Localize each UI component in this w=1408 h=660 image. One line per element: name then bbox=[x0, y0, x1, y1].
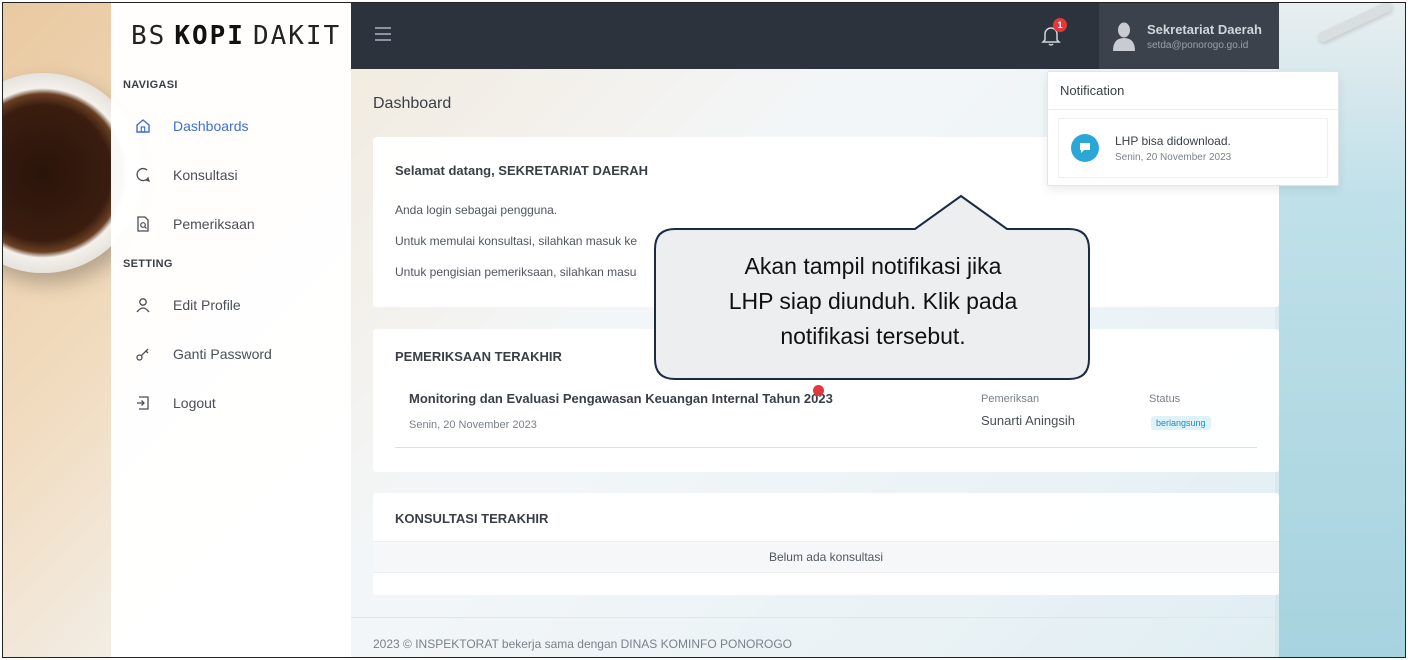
avatar bbox=[1113, 21, 1135, 51]
notification-dropdown: Notification LHP bisa didownload. Senin,… bbox=[1047, 71, 1339, 186]
welcome-line-1: Anda login sebagai pengguna. bbox=[395, 203, 558, 217]
app-logo[interactable]: BS KOPI DAKIT bbox=[111, 3, 351, 69]
welcome-title: Selamat datang, SEKRETARIAT DAERAH bbox=[395, 163, 649, 178]
sidebar-item-edit-profile[interactable]: Edit Profile bbox=[111, 280, 351, 329]
sidebar-item-label: Edit Profile bbox=[173, 296, 241, 313]
sidebar-item-ganti-password[interactable]: Ganti Password bbox=[111, 329, 351, 378]
sidebar-item-label: Logout bbox=[173, 394, 216, 411]
welcome-line-2: Untuk memulai konsultasi, silahkan masuk… bbox=[395, 234, 638, 248]
pemeriksaan-title: PEMERIKSAAN TERAKHIR bbox=[395, 349, 562, 364]
pemeriksaan-row-date: Senin, 20 November 2023 bbox=[409, 419, 537, 431]
callout-line-1: Akan tampil notifikasi jika bbox=[744, 253, 1002, 279]
konsultasi-title: KONSULTASI TERAKHIR bbox=[395, 511, 549, 526]
divider bbox=[395, 447, 1257, 448]
user-menu[interactable]: Sekretariat Daerah setda@ponorogo.go.id bbox=[1099, 3, 1279, 69]
sidebar-item-konsultasi[interactable]: Konsultasi bbox=[111, 150, 351, 199]
sidebar-item-label: Konsultasi bbox=[173, 166, 238, 183]
callout-line-2: LHP siap diunduh. Klik pada bbox=[728, 288, 1018, 314]
screenshot-frame: BS KOPI DAKIT NAVIGASI Dashboards Konsul… bbox=[2, 2, 1406, 658]
user-email: setda@ponorogo.go.id bbox=[1147, 39, 1249, 51]
sidebar-item-label: Dashboards bbox=[173, 117, 249, 134]
user-name: Sekretariat Daerah bbox=[1147, 21, 1262, 37]
user-icon bbox=[135, 297, 151, 313]
callout-text: Akan tampil notifikasi jika LHP siap diu… bbox=[659, 249, 1087, 354]
sidebar-item-label: Ganti Password bbox=[173, 345, 272, 362]
home-icon bbox=[135, 118, 151, 134]
pemeriksa-value: Sunarti Aningsih bbox=[981, 413, 1075, 428]
sidebar-item-pemeriksaan[interactable]: Pemeriksaan bbox=[111, 199, 351, 248]
konsultasi-card: KONSULTASI TERAKHIR Belum ada konsultasi bbox=[373, 493, 1279, 595]
konsultasi-empty-row: Belum ada konsultasi bbox=[373, 541, 1279, 573]
footer-text: 2023 © INSPEKTORAT bekerja sama dengan D… bbox=[373, 637, 792, 651]
user-info: Sekretariat Daerah setda@ponorogo.go.id bbox=[1147, 22, 1262, 51]
nav-section-setting: SETTING bbox=[123, 258, 173, 270]
sidebar-item-dashboards[interactable]: Dashboards bbox=[111, 101, 351, 150]
sidebar: BS KOPI DAKIT NAVIGASI Dashboards Konsul… bbox=[111, 3, 351, 657]
notification-item[interactable]: LHP bisa didownload. Senin, 20 November … bbox=[1058, 118, 1328, 178]
status-badge: berlangsung bbox=[1151, 416, 1211, 430]
unread-badge bbox=[813, 385, 824, 396]
pemeriksa-label: Pemeriksan bbox=[981, 393, 1040, 405]
footer-divider bbox=[351, 617, 1279, 618]
logo-suffix: DAKIT bbox=[252, 21, 342, 51]
document-search-icon bbox=[135, 215, 151, 232]
topbar: 1 Sekretariat Daerah setda@ponorogo.go.i… bbox=[351, 3, 1279, 69]
nav-section-navigasi: NAVIGASI bbox=[123, 79, 178, 91]
page-title: Dashboard bbox=[373, 95, 452, 112]
logo-prefix: BS bbox=[131, 21, 167, 51]
notification-text: LHP bisa didownload. bbox=[1115, 133, 1231, 148]
callout-line-3: notifikasi tersebut. bbox=[780, 323, 966, 349]
status-label: Status bbox=[1149, 393, 1181, 405]
sidebar-item-logout[interactable]: Logout bbox=[111, 378, 351, 427]
sidebar-item-label: Pemeriksaan bbox=[173, 215, 255, 232]
menu-toggle-icon[interactable] bbox=[375, 27, 391, 41]
notification-header: Notification bbox=[1048, 72, 1338, 110]
chat-icon bbox=[135, 167, 151, 183]
logout-icon bbox=[135, 395, 151, 411]
key-icon bbox=[135, 346, 151, 362]
message-icon bbox=[1071, 134, 1099, 162]
notification-count-badge: 1 bbox=[1053, 18, 1067, 32]
notification-content: LHP bisa didownload. Senin, 20 November … bbox=[1115, 134, 1231, 163]
welcome-line-3: Untuk pengisian pemeriksaan, silahkan ma… bbox=[395, 265, 637, 279]
notification-date: Senin, 20 November 2023 bbox=[1115, 151, 1232, 163]
logo-main: KOPI bbox=[174, 21, 245, 51]
pemeriksaan-row-title[interactable]: Monitoring dan Evaluasi Pengawasan Keuan… bbox=[409, 391, 833, 406]
